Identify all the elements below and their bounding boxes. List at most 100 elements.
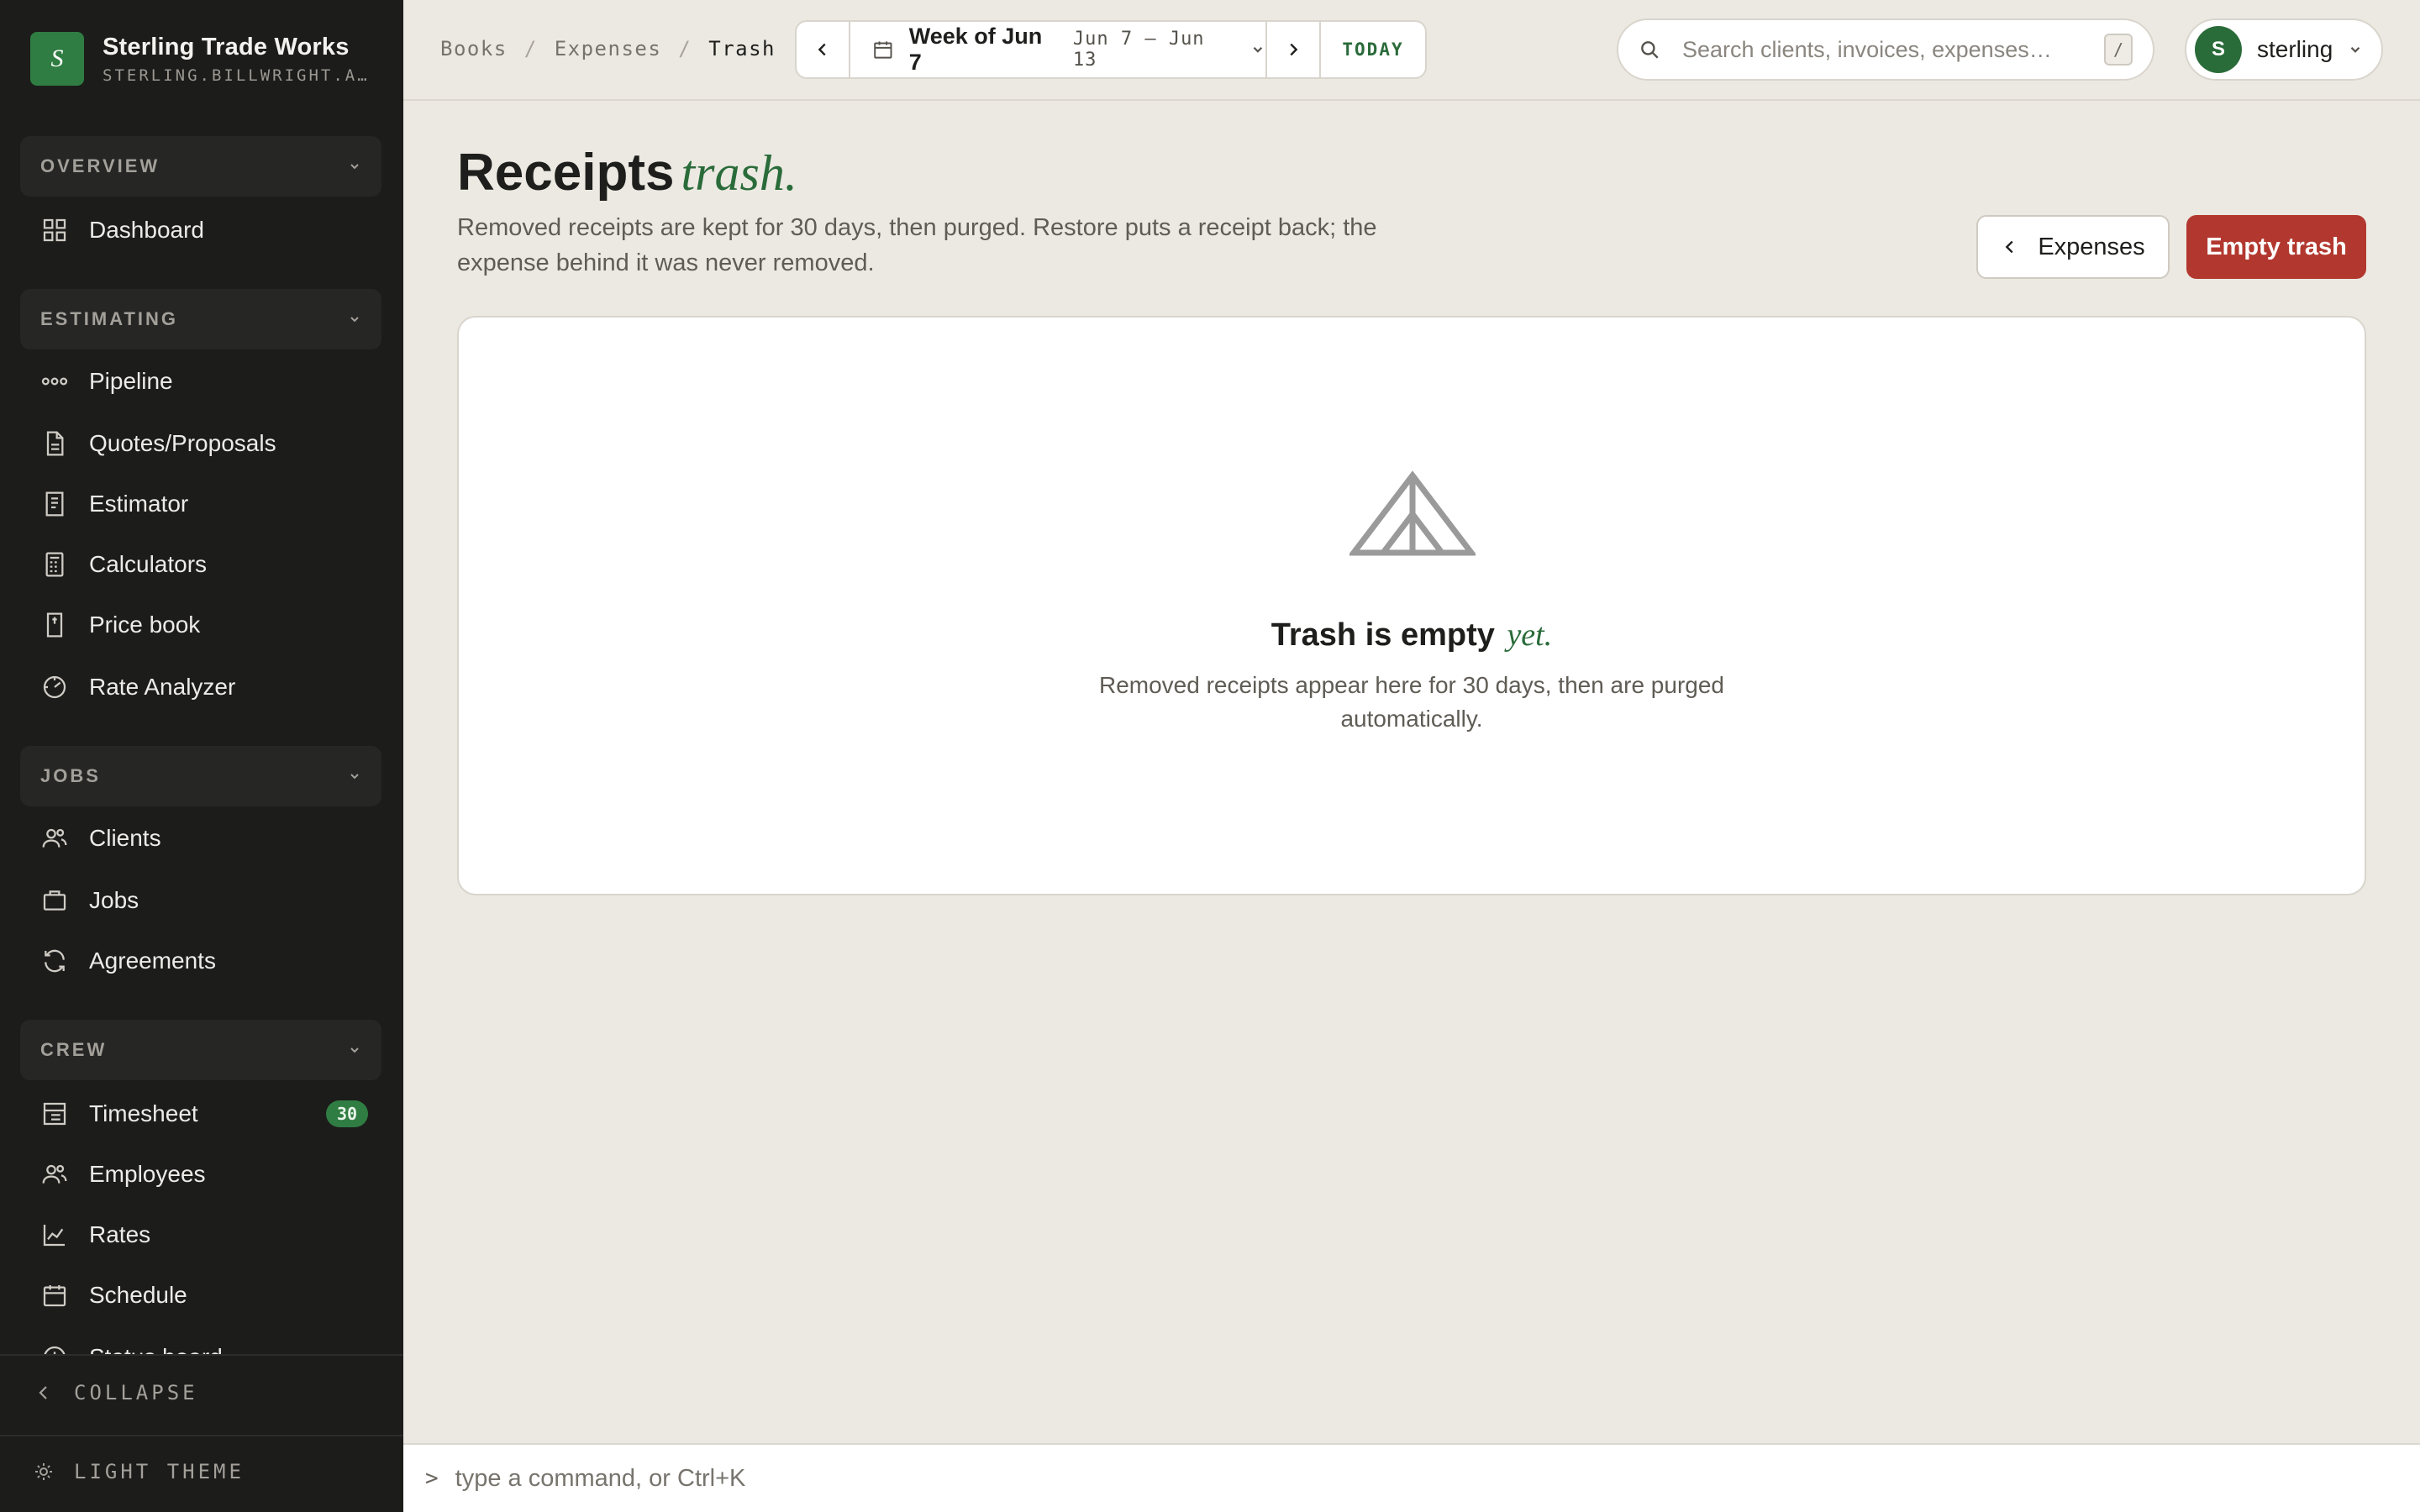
user-menu[interactable]: S sterling [2185, 18, 2383, 81]
topbar: Books / Expenses / Trash Week of Jun 7 J… [403, 0, 2420, 101]
pipeline-icon [40, 367, 69, 396]
section-label: ESTIMATING [40, 308, 179, 329]
week-picker: Week of Jun 7 Jun 7 – Jun 13 TODAY [795, 20, 1427, 79]
chevron-down-icon [350, 774, 359, 780]
command-bar: > [403, 1443, 2420, 1512]
sidebar-item-rate-analyzer[interactable]: Rate Analyzer [40, 664, 368, 711]
brand[interactable]: S Sterling Trade Works STERLING.BILLWRIG… [30, 32, 380, 86]
empty-title-text: Trash is empty [1270, 617, 1495, 653]
calculator-icon [40, 550, 69, 579]
user-name: sterling [2257, 36, 2333, 62]
empty-state-title: Trash is empty yet. [459, 617, 2365, 654]
sidebar-item-label: Employees [89, 1161, 206, 1187]
sidebar-item-employees[interactable]: Employees [40, 1151, 368, 1198]
avatar: S [2195, 26, 2242, 73]
chevron-left-icon [818, 43, 826, 56]
brand-subtitle: STERLING.BILLWRIGHT.A… [103, 66, 370, 85]
sidebar-item-label: Agreements [89, 948, 216, 974]
sidebar-item-dashboard[interactable]: Dashboard [40, 207, 368, 254]
breadcrumb-expenses[interactable]: Expenses [555, 37, 662, 60]
next-week-button[interactable] [1267, 22, 1319, 77]
sidebar-item-rates[interactable]: Rates [40, 1211, 368, 1258]
calendar-icon [874, 41, 892, 59]
page-description: Removed receipts are kept for 30 days, t… [457, 214, 1377, 276]
gauge-icon [40, 673, 69, 701]
week-range: Jun 7 – Jun 13 [1072, 29, 1205, 71]
breadcrumb-separator: / [678, 37, 692, 60]
document-icon [40, 429, 69, 458]
sidebar-item-label: Rate Analyzer [89, 674, 236, 700]
chevron-left-icon [39, 1386, 47, 1399]
sidebar-item-agreements[interactable]: Agreements [40, 937, 368, 984]
empty-title-accent: yet. [1507, 617, 1553, 653]
sidebar-footer-divider [0, 1435, 403, 1436]
sidebar-item-label: Schedule [89, 1282, 187, 1308]
sidebar-item-price-book[interactable]: Price book [40, 601, 368, 648]
section-crew[interactable]: CREW [20, 1020, 381, 1080]
page-title-accent: trash. [681, 145, 797, 201]
chevron-right-icon [1290, 43, 1298, 56]
command-input[interactable] [455, 1464, 2420, 1493]
book-icon [40, 611, 69, 639]
section-label: JOBS [40, 765, 101, 786]
receipt-icon [40, 490, 69, 518]
brand-logo: S [30, 32, 84, 86]
sidebar-item-label: Clients [89, 825, 161, 851]
sidebar-item-schedule[interactable]: Schedule [40, 1272, 368, 1319]
sidebar-item-clients[interactable]: Clients [40, 815, 368, 862]
sidebar-item-label: Estimator [89, 491, 189, 517]
grid-icon [40, 216, 69, 244]
tent-icon [1349, 470, 1476, 556]
sidebar: S Sterling Trade Works STERLING.BILLWRIG… [0, 0, 403, 1512]
page-title-text: Receipts [457, 144, 675, 202]
back-to-expenses-button[interactable]: Expenses [1976, 215, 2170, 279]
section-label: CREW [40, 1039, 108, 1060]
calendar-icon [40, 1281, 69, 1310]
sun-icon [35, 1463, 52, 1480]
chevron-down-icon [350, 317, 359, 323]
search-icon [1641, 41, 1659, 59]
search-input[interactable] [1682, 36, 2104, 63]
sidebar-item-pipeline[interactable]: Pipeline [40, 358, 368, 405]
chevron-down-icon [2350, 46, 2360, 53]
today-button[interactable]: TODAY [1321, 22, 1425, 77]
collapse-label: COLLAPSE [74, 1381, 198, 1404]
breadcrumb-trash: Trash [708, 37, 776, 60]
collapse-button[interactable]: COLLAPSE [34, 1381, 198, 1404]
sidebar-item-jobs[interactable]: Jobs [40, 877, 368, 924]
sidebar-item-label: Dashboard [89, 217, 204, 243]
section-estimating[interactable]: ESTIMATING [20, 289, 381, 349]
chart-icon [40, 1221, 69, 1249]
breadcrumb: Books / Expenses / Trash [440, 37, 776, 60]
timesheet-icon [40, 1100, 69, 1128]
empty-trash-button[interactable]: Empty trash [2186, 215, 2366, 279]
week-dropdown[interactable]: Week of Jun 7 Jun 7 – Jun 13 [850, 22, 1265, 77]
back-button-label: Expenses [2038, 233, 2145, 260]
sidebar-item-label: Jobs [89, 887, 139, 913]
sidebar-footer: COLLAPSE LIGHT THEME [0, 1354, 403, 1512]
chevron-down-icon [350, 1047, 359, 1053]
section-label: OVERVIEW [40, 155, 160, 176]
sidebar-item-timesheet[interactable]: Timesheet 30 [40, 1090, 368, 1137]
timesheet-count-badge: 30 [326, 1100, 368, 1127]
breadcrumb-separator: / [523, 37, 538, 60]
search-bar: / [1617, 18, 2154, 81]
breadcrumb-books[interactable]: Books [440, 37, 508, 60]
brand-name: Sterling Trade Works [103, 33, 350, 60]
sidebar-item-label: Price book [89, 612, 201, 638]
page-title: Receipts trash. [457, 143, 797, 202]
refresh-icon [40, 947, 69, 975]
trash-card: Trash is empty yet. Removed receipts app… [457, 316, 2366, 895]
sidebar-item-calculators[interactable]: Calculators [40, 541, 368, 588]
prev-week-button[interactable] [797, 22, 849, 77]
theme-toggle[interactable]: LIGHT THEME [34, 1460, 245, 1483]
sidebar-item-estimator[interactable]: Estimator [40, 480, 368, 528]
users-icon [40, 824, 69, 853]
section-jobs[interactable]: JOBS [20, 746, 381, 806]
theme-label: LIGHT THEME [74, 1460, 245, 1483]
sidebar-item-quotes[interactable]: Quotes/Proposals [40, 420, 368, 467]
sidebar-item-label: Pipeline [89, 368, 173, 394]
section-overview[interactable]: OVERVIEW [20, 136, 381, 197]
sidebar-item-label: Calculators [89, 551, 208, 577]
chevron-down-icon [350, 164, 359, 170]
